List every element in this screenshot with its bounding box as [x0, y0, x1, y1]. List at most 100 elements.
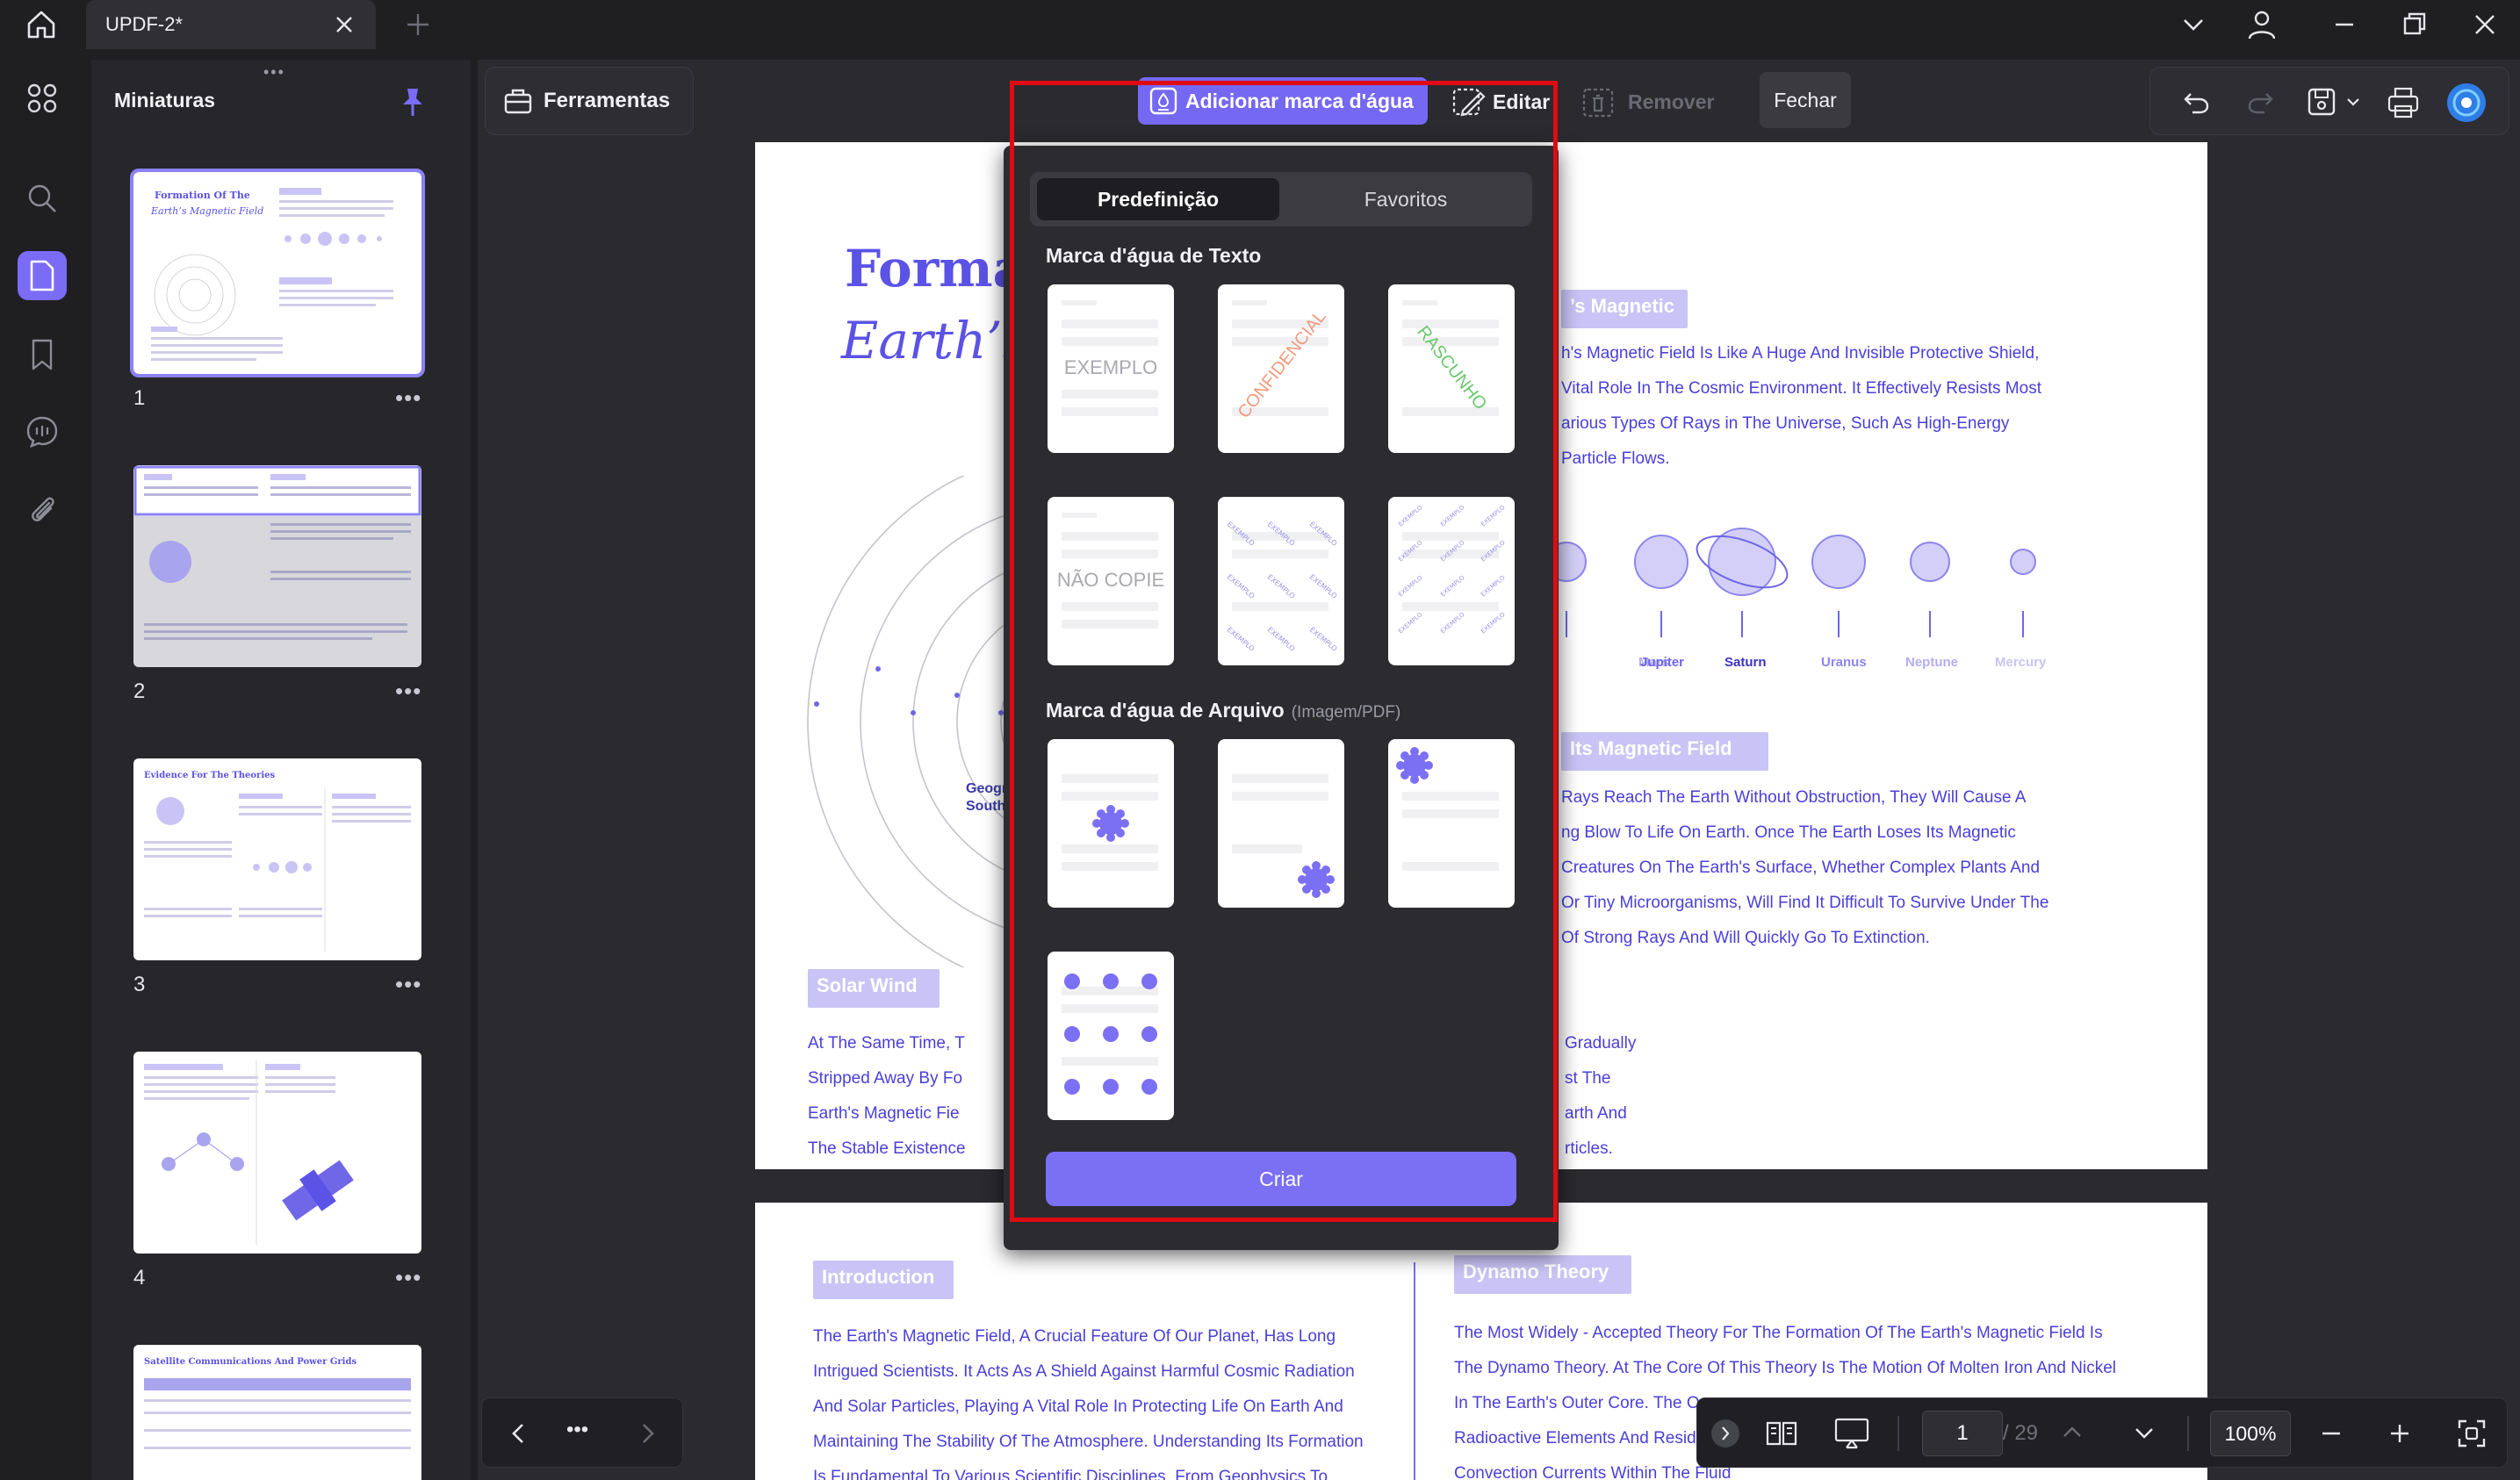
- page-layout-icon[interactable]: [1764, 1416, 1799, 1451]
- svg-text:Formation Of The: Formation Of The: [155, 190, 250, 201]
- undo-icon[interactable]: [2182, 87, 2212, 117]
- page-nav-left: •••: [481, 1397, 683, 1468]
- attachment-icon[interactable]: [18, 485, 67, 534]
- chevron-up-icon[interactable]: [2059, 1419, 2085, 1446]
- chevron-down-icon[interactable]: [2345, 94, 2361, 110]
- user-icon[interactable]: [2244, 7, 2279, 42]
- paragraph-line: Stripped Away By Fo: [808, 1069, 963, 1088]
- tab-title: UPDF-2*: [105, 13, 184, 35]
- right-toolbar: [2149, 67, 2509, 135]
- paragraph-line: st The: [1565, 1069, 1611, 1088]
- thumbnail-number: 3: [133, 973, 146, 996]
- paragraph-line: In The Earth's Outer Core. The Ou: [1454, 1394, 1710, 1412]
- paragraph-line: arious Types Of Rays in The Universe, Su…: [1561, 414, 2010, 433]
- thumbnail-more-button[interactable]: •••: [395, 1264, 421, 1291]
- chevron-right-icon[interactable]: [635, 1421, 659, 1446]
- page-thumbnail-4[interactable]: [133, 1052, 421, 1254]
- search-icon[interactable]: [18, 174, 67, 223]
- restore-icon[interactable]: [2397, 7, 2432, 42]
- paragraph-line: Maintaining The Stability Of The Atmosph…: [813, 1433, 1364, 1451]
- home-icon[interactable]: [19, 5, 63, 44]
- zoom-input[interactable]: [2210, 1411, 2291, 1456]
- pin-icon[interactable]: [399, 86, 427, 118]
- remove-watermark-button[interactable]: Remover: [1580, 81, 1714, 123]
- paragraph-line: And Solar Particles, Playing A Vital Rol…: [813, 1397, 1343, 1416]
- window-close-icon[interactable]: [2467, 7, 2502, 42]
- divider: [2187, 1416, 2189, 1451]
- page-total: / 29: [2003, 1421, 2039, 1445]
- paragraph-line: Or Tiny Microorganisms, Will Find It Dif…: [1561, 894, 2049, 912]
- presentation-icon[interactable]: [1832, 1416, 1871, 1451]
- minimize-icon[interactable]: [2327, 7, 2362, 42]
- zoom-out-icon[interactable]: [2319, 1421, 2344, 1446]
- paragraph-line: The Stable Existence: [808, 1139, 966, 1158]
- comment-icon[interactable]: [18, 407, 67, 456]
- panel-resize-handle[interactable]: •••: [263, 63, 285, 82]
- section-heading-introduction: Introduction: [813, 1261, 954, 1299]
- section-heading-magnetic: ’s Magnetic: [1561, 290, 1688, 328]
- column-divider: [1414, 1262, 1415, 1480]
- thumbnail-more-button[interactable]: •••: [395, 971, 421, 998]
- bookmark-icon[interactable]: [18, 330, 67, 379]
- page-thumbnail-1[interactable]: Formation Of The Earth’s Magnetic Field: [130, 169, 425, 377]
- more-button[interactable]: •••: [566, 1418, 588, 1442]
- svg-text:Earth’s Magnetic Field: Earth’s Magnetic Field: [150, 205, 263, 217]
- section-heading-field: Its Magnetic Field: [1561, 732, 1768, 771]
- page-thumbnail-5[interactable]: Satellite Communications And Power Grids: [133, 1345, 421, 1480]
- diagram-label-2: South: [966, 799, 1006, 814]
- paragraph-line: Gradually: [1565, 1034, 1637, 1053]
- chevron-down-icon[interactable]: [2176, 7, 2211, 42]
- paragraph-line: h's Magnetic Field Is Like A Huge And In…: [1561, 344, 2040, 363]
- divider: [1897, 1416, 1899, 1451]
- planet-label: Neptune: [1905, 655, 1958, 670]
- paragraph-line: Radioactive Elements And Residu: [1454, 1429, 1706, 1448]
- paragraph-line: The Earth's Magnetic Field, A Crucial Fe…: [813, 1327, 1336, 1346]
- paragraph-line: Vital Role In The Cosmic Environment. It…: [1561, 379, 2041, 398]
- paragraph-line: Earth's Magnetic Fie: [808, 1104, 960, 1123]
- paragraph-line: Rays Reach The Earth Without Obstruction…: [1561, 788, 2027, 807]
- document-tab[interactable]: UPDF-2*: [86, 0, 376, 49]
- paragraph-line: Particle Flows.: [1561, 449, 1670, 468]
- thumbnails-panel: ••• Miniaturas Formation Of The Earth’s …: [91, 60, 471, 1480]
- planets-diagram: [1546, 528, 2036, 637]
- page-thumbnail-3[interactable]: Evidence For The Theories: [133, 758, 421, 960]
- paragraph-line: ng Blow To Life On Earth. Once The Earth…: [1561, 823, 2016, 842]
- apps-grid-icon[interactable]: [18, 74, 67, 123]
- paragraph-line: Is Fundamental To Various Scientific Dis…: [813, 1468, 1328, 1480]
- planet-label: Mercury: [1995, 655, 2047, 670]
- redo-icon[interactable]: [2245, 87, 2275, 117]
- chevron-right-icon: [1722, 1426, 1730, 1440]
- ai-assistant-icon[interactable]: [2445, 82, 2488, 124]
- planet-label: Saturn: [1724, 655, 1767, 670]
- print-icon[interactable]: [2386, 85, 2421, 120]
- toolbox-icon: [504, 89, 532, 114]
- thumbnail-more-button[interactable]: •••: [395, 384, 421, 412]
- save-icon[interactable]: [2305, 85, 2338, 119]
- chevron-down-icon[interactable]: [2131, 1419, 2157, 1446]
- tools-label: Ferramentas: [544, 89, 671, 112]
- remove-label: Remover: [1628, 90, 1715, 113]
- collapse-button[interactable]: [1711, 1419, 1739, 1448]
- title-bar: UPDF-2*: [0, 0, 2520, 49]
- close-icon[interactable]: [332, 12, 356, 37]
- left-rail: [0, 60, 84, 1480]
- plus-icon[interactable]: [404, 11, 432, 39]
- thumbnails-title: Miniaturas: [114, 89, 216, 111]
- page-nav-right: / 29: [1696, 1397, 2508, 1468]
- tools-button[interactable]: Ferramentas: [485, 67, 694, 135]
- fit-page-icon[interactable]: [2456, 1418, 2488, 1449]
- section-heading-solar-wind: Solar Wind: [808, 969, 940, 1008]
- paragraph-line: Convection Currents Within The Fluid: [1454, 1464, 1732, 1480]
- close-watermark-button[interactable]: Fechar: [1760, 72, 1851, 128]
- paragraph-line: Intrigued Scientists. It Acts As A Shiel…: [813, 1362, 1355, 1381]
- zoom-in-icon[interactable]: [2387, 1421, 2412, 1446]
- page-number-input[interactable]: [1922, 1411, 2003, 1456]
- chevron-left-icon[interactable]: [507, 1421, 531, 1446]
- page-thumbnail-2[interactable]: [133, 465, 421, 667]
- thumbnails-icon[interactable]: [18, 251, 67, 300]
- thumbnail-number: 1: [133, 386, 146, 410]
- paragraph-line: Creatures On The Earth's Surface, Whethe…: [1561, 859, 2041, 877]
- thumbnail-more-button[interactable]: •••: [395, 678, 421, 705]
- planet-label: Jupiter: [1640, 655, 1685, 670]
- section-heading-dynamo: Dynamo Theory: [1454, 1255, 1631, 1294]
